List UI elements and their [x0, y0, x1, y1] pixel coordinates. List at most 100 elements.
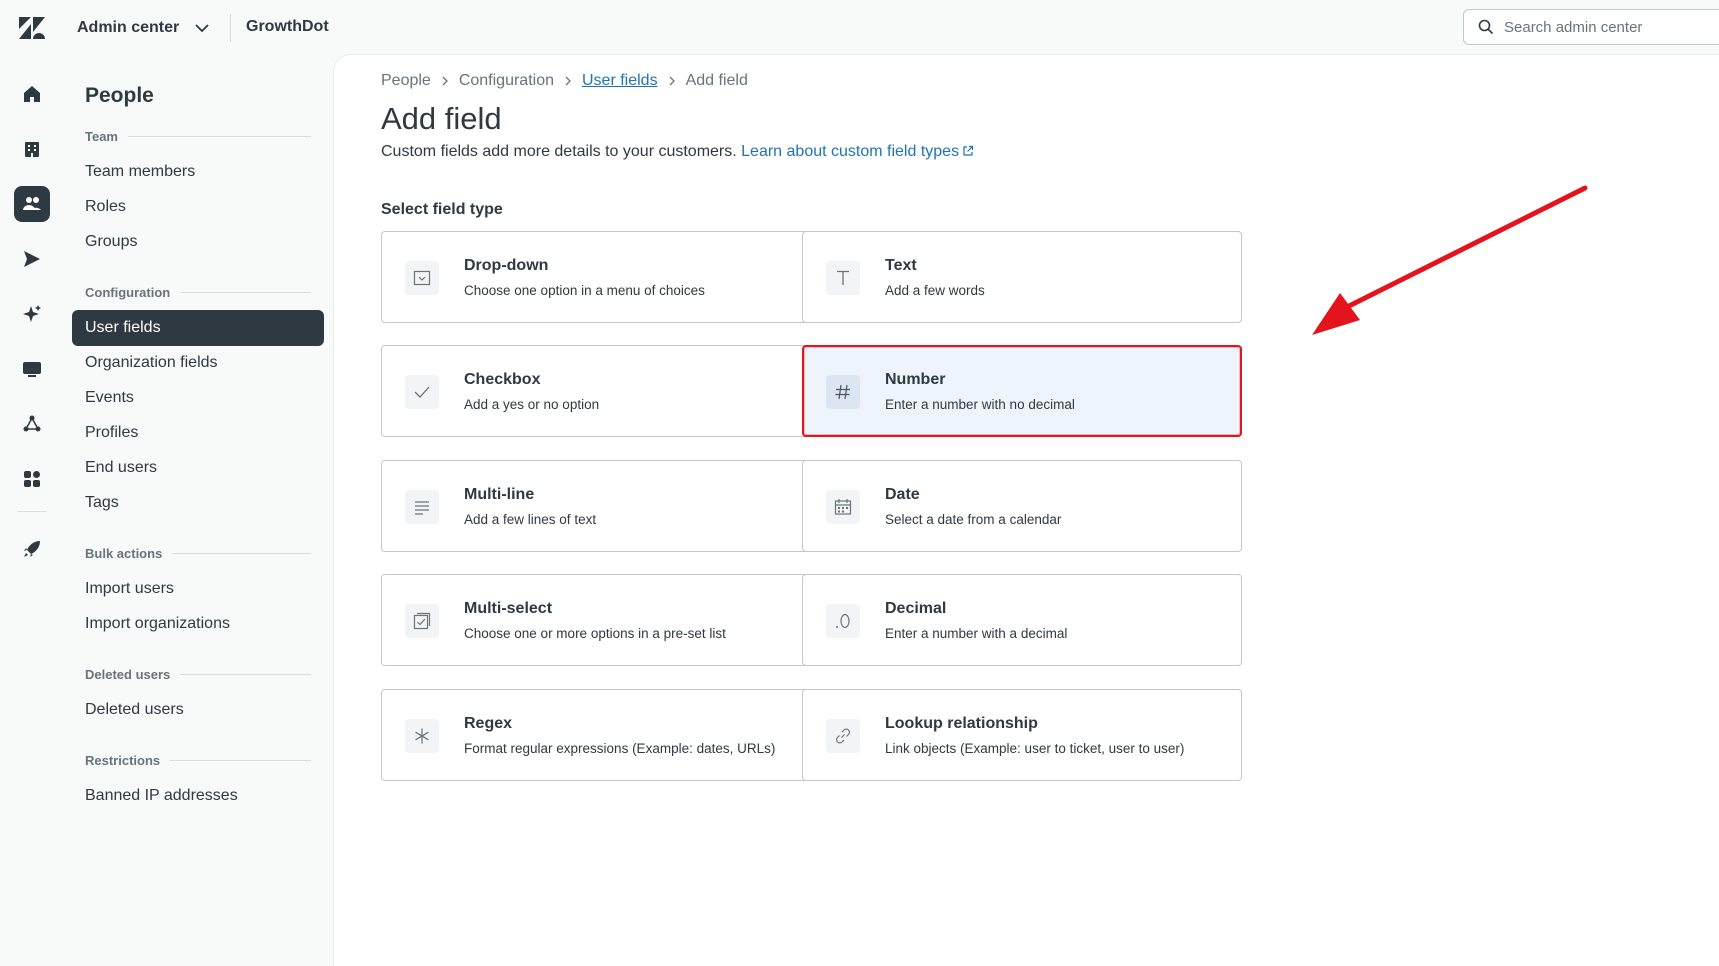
nav-section-team: Team	[85, 129, 311, 144]
card-icon-box	[826, 261, 860, 295]
rail-objects[interactable]	[14, 406, 50, 442]
people-nav: People Team Team members Roles Groups Co…	[63, 54, 333, 966]
decimal-icon	[836, 613, 850, 629]
nav-item-end-users[interactable]: End users	[72, 450, 324, 486]
card-title: Multi-select	[464, 600, 553, 617]
nav-item-banned-ip[interactable]: Banned IP addresses	[72, 778, 324, 814]
field-type-checkbox-card[interactable]: Checkbox Add a yes or no option	[381, 345, 821, 437]
card-description: Add a few lines of text	[464, 512, 597, 527]
nav-item-label: Groups	[85, 233, 138, 250]
search-input[interactable]	[1504, 18, 1719, 36]
rail-workspaces[interactable]	[14, 351, 50, 387]
nav-section-restrictions: Restrictions	[85, 753, 311, 768]
breadcrumb-people[interactable]: People	[381, 72, 431, 90]
breadcrumb-user-fields-link[interactable]: User fields	[582, 72, 658, 90]
card-description: Choose one option in a menu of choices	[464, 283, 705, 298]
card-icon-box	[826, 604, 860, 638]
nav-section-bulk-actions: Bulk actions	[85, 546, 311, 561]
card-description: Add a yes or no option	[464, 397, 600, 412]
rail-ai[interactable]	[14, 296, 50, 332]
nav-item-label: Deleted users	[85, 701, 184, 718]
home-icon	[24, 86, 40, 102]
card-icon-box	[405, 375, 439, 409]
rail-get-started[interactable]	[14, 531, 50, 567]
rail-account[interactable]	[14, 131, 50, 167]
card-title: Lookup relationship	[885, 715, 1038, 732]
card-title: Date	[885, 486, 920, 503]
link-icon	[835, 728, 851, 744]
field-type-dropdown-card[interactable]: Drop-down Choose one option in a menu of…	[381, 231, 821, 323]
field-type-date-card[interactable]: Date Select a date from a calendar	[802, 460, 1242, 552]
card-icon-box	[405, 261, 439, 295]
rail-home[interactable]	[14, 76, 50, 112]
nav-item-user-fields[interactable]: User fields	[72, 310, 324, 346]
card-title: Multi-line	[464, 486, 535, 503]
workspaces-icon	[23, 362, 41, 377]
select-field-type-label: Select field type	[381, 201, 503, 218]
field-type-lookup-card[interactable]: Lookup relationship Link objects (Exampl…	[802, 689, 1242, 781]
nav-item-label: Banned IP addresses	[85, 787, 238, 804]
card-description: Select a date from a calendar	[885, 512, 1062, 527]
breadcrumb: People Configuration User fields Add fie…	[381, 72, 748, 90]
card-title: Regex	[464, 715, 513, 732]
nav-item-organization-fields[interactable]: Organization fields	[72, 345, 324, 381]
field-type-multiselect-card[interactable]: Multi-select Choose one or more options …	[381, 574, 821, 666]
chevron-right-icon	[442, 76, 448, 86]
sparkle-icon	[23, 305, 41, 322]
asterisk-icon	[415, 728, 429, 744]
nav-item-events[interactable]: Events	[72, 380, 324, 416]
nav-item-import-users[interactable]: Import users	[72, 571, 324, 607]
lines-icon	[415, 501, 429, 515]
section-label: Bulk actions	[85, 546, 163, 561]
card-description: Format regular expressions (Example: dat…	[464, 741, 776, 756]
field-type-regex-card[interactable]: Regex Format regular expressions (Exampl…	[381, 689, 821, 781]
card-description: Enter a number with a decimal	[885, 626, 1068, 641]
nav-item-import-organizations[interactable]: Import organizations	[72, 606, 324, 642]
breadcrumb-configuration[interactable]: Configuration	[459, 72, 554, 90]
nav-item-label: End users	[85, 459, 158, 476]
search-icon	[1478, 19, 1494, 35]
calendar-icon	[834, 499, 852, 515]
nav-item-groups[interactable]: Groups	[72, 224, 324, 260]
nav-item-label: Tags	[85, 494, 119, 511]
nav-item-deleted-users[interactable]: Deleted users	[72, 692, 324, 728]
account-name: GrowthDot	[246, 18, 329, 35]
rail-apps[interactable]	[14, 461, 50, 497]
field-type-decimal-card[interactable]: Decimal Enter a number with a decimal	[802, 574, 1242, 666]
nav-item-roles[interactable]: Roles	[72, 189, 324, 225]
nav-item-profiles[interactable]: Profiles	[72, 415, 324, 451]
product-label: Admin center	[77, 19, 180, 36]
nav-item-tags[interactable]: Tags	[72, 485, 324, 521]
zendesk-logo-icon[interactable]	[19, 17, 45, 39]
section-label: Deleted users	[85, 667, 171, 682]
card-title: Drop-down	[464, 257, 549, 274]
card-icon-box	[826, 375, 860, 409]
description-text: Custom fields add more details to your c…	[381, 143, 737, 160]
top-bar: Admin center GrowthDot	[0, 0, 1719, 54]
nav-item-team-members[interactable]: Team members	[72, 154, 324, 190]
rail-channels[interactable]	[14, 241, 50, 277]
nav-title: People	[85, 84, 154, 107]
card-icon-box	[405, 719, 439, 753]
apps-icon	[24, 471, 40, 487]
field-type-multiline-card[interactable]: Multi-line Add a few lines of text	[381, 460, 821, 552]
checkmark-icon	[414, 386, 430, 398]
field-type-number-card[interactable]: Number Enter a number with no decimal	[802, 345, 1242, 437]
card-icon-box	[826, 490, 860, 524]
search-box[interactable]	[1463, 9, 1719, 45]
rail-divider	[18, 511, 46, 512]
product-switcher[interactable]: Admin center	[77, 14, 211, 42]
card-icon-box	[405, 604, 439, 638]
page-description: Custom fields add more details to your c…	[381, 143, 974, 161]
nav-item-label: Profiles	[85, 424, 139, 441]
nav-item-label: Roles	[85, 198, 126, 215]
section-label: Restrictions	[85, 753, 161, 768]
learn-custom-field-types-link[interactable]: Learn about custom field types	[741, 143, 974, 160]
section-label: Team	[85, 129, 118, 144]
card-description: Add a few words	[885, 283, 985, 298]
card-description: Choose one or more options in a pre-set …	[464, 626, 726, 641]
rail-people[interactable]	[14, 186, 50, 222]
chevron-down-icon	[195, 24, 209, 33]
field-type-text-card[interactable]: Text Add a few words	[802, 231, 1242, 323]
card-icon-box	[826, 719, 860, 753]
